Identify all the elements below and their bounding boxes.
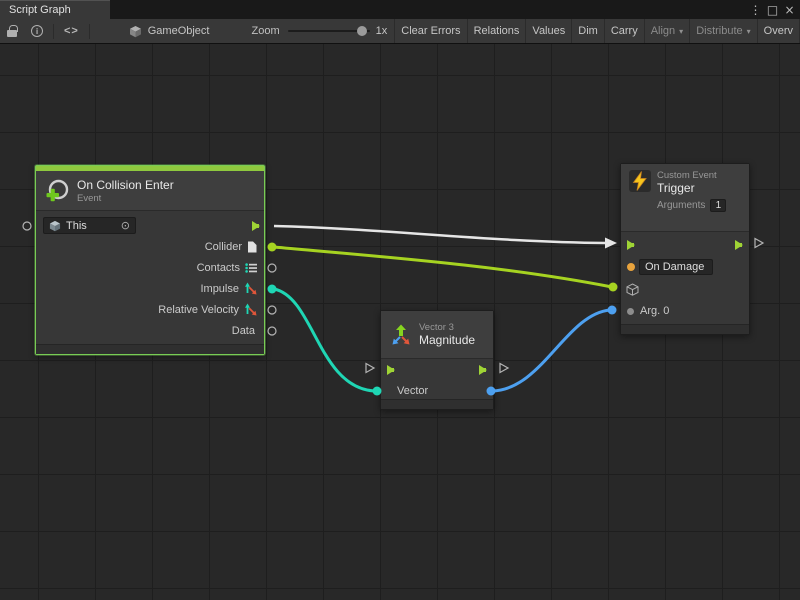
- zoom-value: 1x: [376, 25, 388, 37]
- toolbar-separator: [53, 24, 54, 39]
- gameobject-cube-icon: [49, 220, 61, 232]
- event-name-port[interactable]: [627, 263, 635, 271]
- arg0-label: Arg. 0: [640, 305, 669, 317]
- node-subtitle: Event: [77, 193, 174, 204]
- row-event-name: On Damage: [621, 256, 749, 278]
- list-icon: [245, 263, 257, 273]
- maximize-icon[interactable]: □: [764, 1, 781, 18]
- node-custom-event-trigger[interactable]: Custom Event Trigger Arguments 1 On Dama…: [620, 163, 750, 335]
- node-type-label: Vector 3: [419, 322, 475, 333]
- control-input-port[interactable]: [387, 365, 395, 375]
- graph-toolbar: i <> GameObject Zoom 1x Clear Errors Rel…: [0, 19, 800, 44]
- window-controls: ⋮ □ ×: [747, 0, 798, 19]
- control-input-port[interactable]: [627, 240, 635, 250]
- info-icon: i: [31, 25, 43, 37]
- target-gameobject-field[interactable]: This ⊙: [43, 217, 136, 234]
- gameobject-breadcrumb[interactable]: GameObject: [129, 19, 210, 43]
- close-icon[interactable]: ×: [781, 1, 798, 18]
- distribute-dropdown[interactable]: Distribute ▾: [690, 19, 757, 43]
- code-icon: <>: [64, 25, 79, 37]
- toolbar-separator: [89, 24, 90, 39]
- row-target: This ⊙: [36, 215, 264, 236]
- row-flow: [381, 359, 493, 380]
- vector-axes-icon: [244, 303, 257, 316]
- control-output-port[interactable]: [735, 240, 743, 250]
- arg0-port[interactable]: [627, 308, 634, 315]
- lightning-icon: [629, 170, 651, 192]
- row-relative-velocity: Relative Velocity: [36, 299, 264, 320]
- row-data: Data: [36, 320, 264, 341]
- relations-button[interactable]: Relations: [468, 19, 527, 43]
- tab-title: Script Graph: [9, 4, 71, 16]
- node-on-collision-enter[interactable]: On Collision Enter Event This ⊙ Collider: [35, 165, 265, 355]
- row-contacts: Contacts: [36, 257, 264, 278]
- node-title: Trigger: [657, 181, 717, 196]
- lock-icon: [7, 30, 17, 37]
- collider-icon: [247, 241, 257, 253]
- align-dropdown[interactable]: Align ▾: [645, 19, 690, 43]
- window-menu-icon[interactable]: ⋮: [747, 1, 764, 18]
- object-picker-icon: ⊙: [121, 219, 130, 232]
- row-target: [621, 278, 749, 300]
- node-footer: [621, 324, 749, 334]
- node-vector3-magnitude[interactable]: Vector 3 Magnitude Vector: [380, 310, 494, 410]
- vector3-icon: [389, 323, 413, 347]
- row-collider: Collider: [36, 236, 264, 257]
- zoom-slider-handle[interactable]: [357, 26, 367, 36]
- clear-errors-button[interactable]: Clear Errors: [395, 19, 467, 43]
- control-output-port[interactable]: [252, 221, 260, 231]
- collision-event-icon: [44, 178, 70, 204]
- lock-toggle[interactable]: [0, 19, 24, 43]
- row-impulse: Impulse: [36, 278, 264, 299]
- carry-button[interactable]: Carry: [605, 19, 645, 43]
- gameobject-cube-icon: [626, 283, 639, 296]
- node-footer: [36, 344, 264, 354]
- target-value: This: [66, 220, 87, 232]
- arguments-label: Arguments: [657, 200, 705, 211]
- toolbar-buttons: Clear Errors Relations Values Dim Carry …: [394, 19, 800, 43]
- values-button[interactable]: Values: [526, 19, 572, 43]
- window-tab-bar: Script Graph ⋮ □ ×: [0, 0, 800, 19]
- node-footer: [381, 399, 493, 409]
- chevron-down-icon: ▾: [679, 27, 683, 36]
- row-vector-input: Vector: [381, 380, 493, 401]
- zoom-slider[interactable]: [288, 25, 370, 37]
- chevron-down-icon: ▾: [747, 27, 751, 36]
- dim-button[interactable]: Dim: [572, 19, 605, 43]
- row-flow: [621, 234, 749, 256]
- row-arg0: Arg. 0: [621, 300, 749, 322]
- gameobject-label: GameObject: [148, 25, 210, 37]
- vector-axes-icon: [244, 282, 257, 295]
- tab-script-graph[interactable]: Script Graph: [0, 0, 110, 19]
- overview-button[interactable]: Overv: [758, 19, 800, 43]
- gameobject-cube-icon: [129, 25, 142, 38]
- code-view-button[interactable]: <>: [57, 19, 86, 43]
- event-name-input[interactable]: On Damage: [639, 259, 713, 275]
- info-button[interactable]: i: [24, 19, 50, 43]
- node-title: On Collision Enter: [77, 178, 174, 193]
- arguments-count-input[interactable]: 1: [710, 199, 726, 212]
- node-type-label: Custom Event: [657, 170, 717, 181]
- control-output-port[interactable]: [479, 365, 487, 375]
- node-title: Magnitude: [419, 333, 475, 348]
- zoom-label: Zoom: [251, 25, 279, 37]
